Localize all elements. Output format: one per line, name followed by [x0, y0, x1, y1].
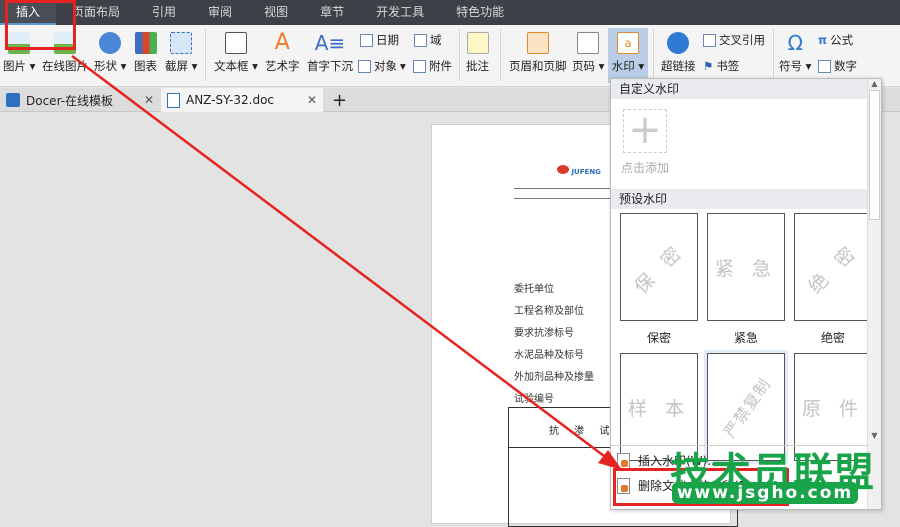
- red-arrow: [71, 55, 622, 470]
- site-watermark-url: www.jsgho.com: [672, 482, 858, 504]
